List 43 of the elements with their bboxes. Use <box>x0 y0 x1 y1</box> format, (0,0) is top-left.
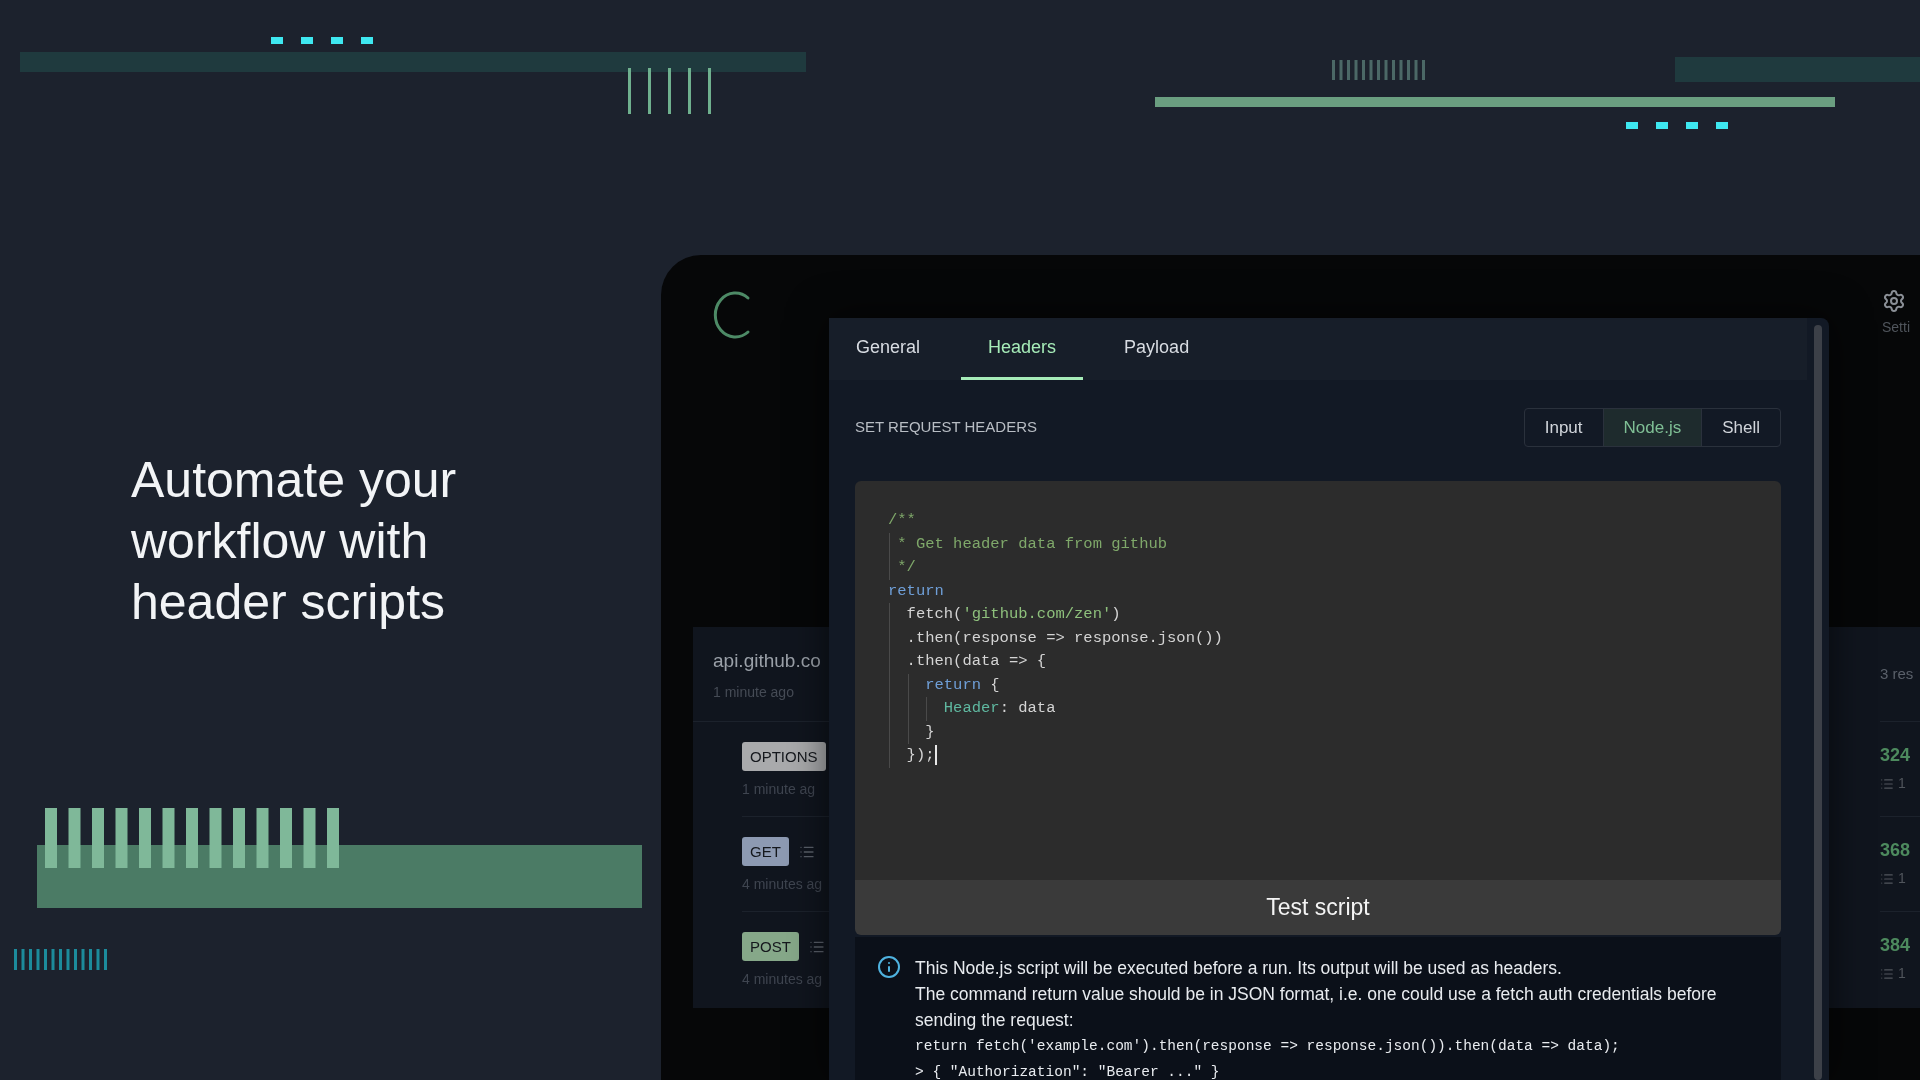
test-script-button[interactable]: Test script <box>855 880 1781 935</box>
code-line: /** <box>888 511 916 529</box>
info-icon <box>877 955 901 979</box>
info-text: The command return value should be in JSON format, i.e. one could use a fetch auth credentials before sending the request: <box>915 983 1718 1032</box>
tab[interactable]: Payload <box>1097 318 1217 380</box>
settings-icon[interactable] <box>1882 289 1906 313</box>
code-line: }); <box>905 746 935 764</box>
code-line: .then(response => response.json()) <box>905 628 1223 647</box>
detail-count: 1 <box>1898 869 1906 888</box>
code-line: } <box>924 722 935 741</box>
response-size: 368 <box>1880 839 1912 862</box>
mode-option[interactable]: Node.js <box>1602 409 1702 446</box>
list-icon <box>1880 776 1894 791</box>
list-icon <box>1880 871 1894 886</box>
code-editor[interactable]: /** * Get header data from github */ return fetch('github.com/zen') .then(response => response.json()) .then(data => { return { Header: data } }); <box>855 481 1781 880</box>
tab[interactable]: General <box>829 318 948 380</box>
response-size: 324 <box>1880 744 1912 767</box>
code-line: .then(data => { <box>905 652 1047 670</box>
code-line: Header: data <box>942 699 1056 717</box>
detail-count: 1 <box>1898 964 1906 983</box>
list-icon <box>1880 966 1894 981</box>
code-example: > { "Authorization": "Bearer ..." } <box>915 1063 1221 1080</box>
code-line: return <box>888 581 944 600</box>
code-example: return fetch('example.com').then(response => response.json()).then(data => data); <box>915 1037 1621 1056</box>
code-line: */ <box>896 558 916 576</box>
method-badge: POST <box>742 932 799 961</box>
method-badge: OPTIONS <box>742 742 826 771</box>
host-title: api.github.co <box>713 649 822 673</box>
code-line: fetch('github.com/zen') <box>905 605 1121 623</box>
tab[interactable]: Headers <box>961 318 1084 380</box>
hero-heading: Automate your workflow with header scripts <box>131 451 458 632</box>
method-badge: GET <box>742 837 789 866</box>
code-line: return { <box>924 675 1000 694</box>
code-line: * Get header data from github <box>896 534 1168 553</box>
settings-label: Setti <box>1882 318 1910 337</box>
scrollbar[interactable] <box>1814 325 1822 1080</box>
detail-count: 1 <box>1898 774 1906 793</box>
result-count: 3 res <box>1880 663 1914 684</box>
response-size: 384 <box>1880 934 1912 957</box>
mode-option[interactable]: Input <box>1524 409 1603 446</box>
info-text: This Node.js script will be executed before a run. Its output will be used as headers. <box>915 957 1563 980</box>
section-title: SET REQUEST HEADERS <box>855 417 1037 438</box>
mode-option[interactable]: Shell <box>1701 409 1780 446</box>
